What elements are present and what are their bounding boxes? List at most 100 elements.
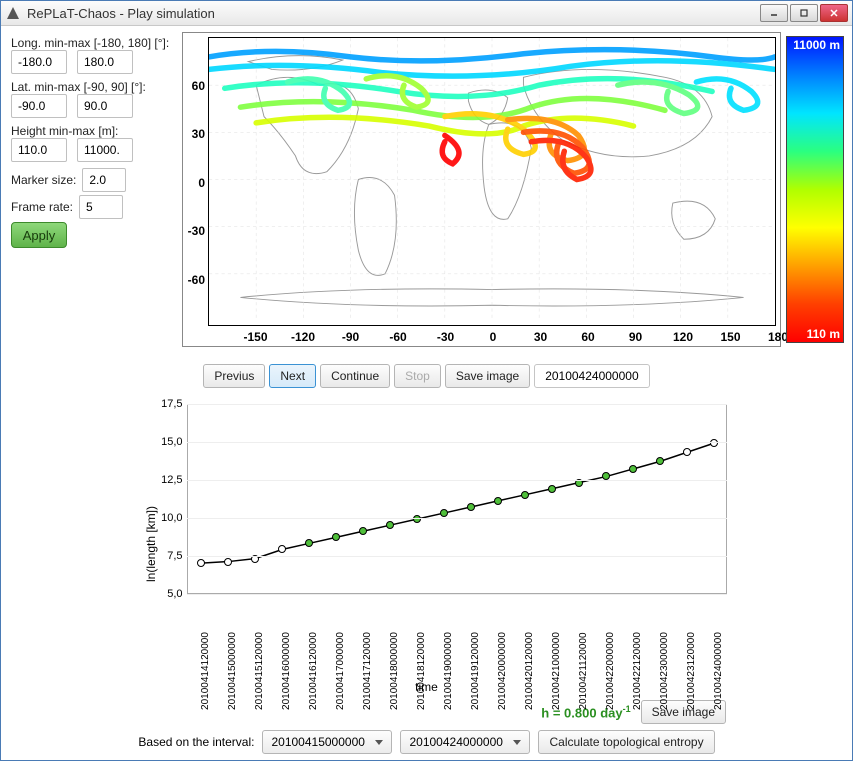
- chart-point: [332, 533, 340, 541]
- chart-y-tick: 15,0: [157, 436, 183, 448]
- app-window: RePLaT-Chaos - Play simulation Long. min…: [0, 0, 853, 761]
- map-x-tick: 150: [720, 330, 740, 344]
- chart-x-tick: 20100424000000: [713, 632, 724, 710]
- app-icon: [5, 5, 21, 21]
- chart-x-tick: 20100422000000: [605, 632, 616, 710]
- chart-y-tick: 17,5: [157, 398, 183, 410]
- continue-button[interactable]: Continue: [320, 364, 390, 388]
- chart-point: [683, 448, 691, 456]
- long-max-input[interactable]: [77, 50, 133, 74]
- height-max-input[interactable]: [77, 138, 133, 162]
- colorbar-min-label: 110 m: [807, 327, 840, 341]
- maximize-button[interactable]: [790, 4, 818, 22]
- chart-y-tick: 5,0: [157, 588, 183, 600]
- chart-x-tick: 20100415120000: [254, 632, 265, 710]
- chart-point: [656, 457, 664, 465]
- map-x-tick: 120: [673, 330, 693, 344]
- title-bar[interactable]: RePLaT-Chaos - Play simulation: [1, 1, 852, 26]
- chart-x-tick: 20100417000000: [335, 632, 346, 710]
- chart-point: [494, 497, 502, 505]
- map-y-tick: 30: [183, 127, 205, 141]
- apply-button[interactable]: Apply: [11, 222, 67, 248]
- playback-toolbar: Previus Next Continue Stop Save image 20…: [7, 364, 846, 388]
- chart-x-tick: 20100418120000: [416, 632, 427, 710]
- chart-point: [548, 485, 556, 493]
- next-button[interactable]: Next: [269, 364, 316, 388]
- map-x-tick: 90: [629, 330, 642, 344]
- map-y-tick: -30: [183, 224, 205, 238]
- chart-x-tick: 20100415000000: [227, 632, 238, 710]
- chart-y-tick: 10,0: [157, 512, 183, 524]
- stop-button[interactable]: Stop: [394, 364, 441, 388]
- frame-rate-input[interactable]: [79, 195, 123, 219]
- map-x-tick: -60: [389, 330, 406, 344]
- chart-x-tick: 20100419000000: [443, 632, 454, 710]
- chart-x-tick: 20100422120000: [632, 632, 643, 710]
- save-map-image-button[interactable]: Save image: [445, 364, 530, 388]
- marker-size-label: Marker size:: [11, 173, 76, 187]
- chart-x-tick: 20100419120000: [470, 632, 481, 710]
- long-min-input[interactable]: [11, 50, 67, 74]
- map-y-tick: -60: [183, 273, 205, 287]
- chart-point: [521, 491, 529, 499]
- length-chart: ln(length [km]) 5,07,510,012,515,017,5 2…: [117, 394, 737, 694]
- interval-from-select[interactable]: 20100415000000: [262, 730, 392, 754]
- colorbar-max-label: 11000 m: [793, 38, 840, 52]
- chart-point: [278, 545, 286, 553]
- calculate-entropy-button[interactable]: Calculate topological entropy: [538, 730, 714, 754]
- chart-x-label: time: [415, 680, 438, 694]
- map-x-tick: -120: [291, 330, 315, 344]
- chart-x-tick: 20100418000000: [389, 632, 400, 710]
- chart-point: [467, 503, 475, 511]
- map-x-tick: 30: [534, 330, 547, 344]
- lat-min-input[interactable]: [11, 94, 67, 118]
- map-x-tick: -150: [243, 330, 267, 344]
- colorbar: 11000 m 110 m: [784, 32, 846, 347]
- chart-x-tick: 20100420120000: [524, 632, 535, 710]
- interval-to-select[interactable]: 20100424000000: [400, 730, 530, 754]
- chart-x-tick: 20100421000000: [551, 632, 562, 710]
- chart-x-tick: 20100416000000: [281, 632, 292, 710]
- chart-point: [224, 558, 232, 566]
- close-button[interactable]: [820, 4, 848, 22]
- chart-x-tick: 20100423120000: [686, 632, 697, 710]
- minimize-button[interactable]: [760, 4, 788, 22]
- map-plot-area: 60 30 0 -30 -60 -150 -120 -90 -60 -30 0 30 60 90 120 1…: [177, 32, 846, 362]
- marker-size-input[interactable]: [82, 168, 126, 192]
- chart-point: [413, 515, 421, 523]
- map-x-tick: 0: [490, 330, 497, 344]
- chart-point: [386, 521, 394, 529]
- chart-point: [359, 527, 367, 535]
- chart-y-tick: 12,5: [157, 474, 183, 486]
- long-label: Long. min-max [-180, 180] [°]:: [11, 36, 171, 50]
- map-y-tick: 0: [183, 176, 205, 190]
- chart-x-tick: 20100423000000: [659, 632, 670, 710]
- map-x-tick: -90: [342, 330, 359, 344]
- interval-label: Based on the interval:: [138, 735, 254, 749]
- chart-point: [710, 439, 718, 447]
- chart-y-tick: 7,5: [157, 550, 183, 562]
- chart-point: [629, 465, 637, 473]
- map-x-tick: -30: [437, 330, 454, 344]
- lat-max-input[interactable]: [77, 94, 133, 118]
- chart-x-tick: 20100416120000: [308, 632, 319, 710]
- chart-point: [440, 509, 448, 517]
- previous-button[interactable]: Previus: [203, 364, 265, 388]
- lat-label: Lat. min-max [-90, 90] [°]:: [11, 80, 171, 94]
- frame-rate-label: Frame rate:: [11, 200, 73, 214]
- chart-x-tick: 20100417120000: [362, 632, 373, 710]
- timestamp-display: 20100424000000: [534, 364, 649, 388]
- map-y-tick: 60: [183, 79, 205, 93]
- height-min-input[interactable]: [11, 138, 67, 162]
- chart-x-tick: 20100414120000: [200, 632, 211, 710]
- window-title: RePLaT-Chaos - Play simulation: [27, 6, 760, 21]
- chart-point: [305, 539, 313, 547]
- chart-y-label: ln(length [km]): [144, 506, 158, 582]
- particle-swirl: [209, 38, 775, 321]
- chart-x-tick: 20100420000000: [497, 632, 508, 710]
- chart-point: [197, 559, 205, 567]
- map-x-tick: 60: [581, 330, 594, 344]
- chart-x-tick: 20100421120000: [578, 632, 589, 709]
- settings-panel: Long. min-max [-180, 180] [°]: Lat. min-…: [7, 32, 177, 362]
- height-label: Height min-max [m]:: [11, 124, 171, 138]
